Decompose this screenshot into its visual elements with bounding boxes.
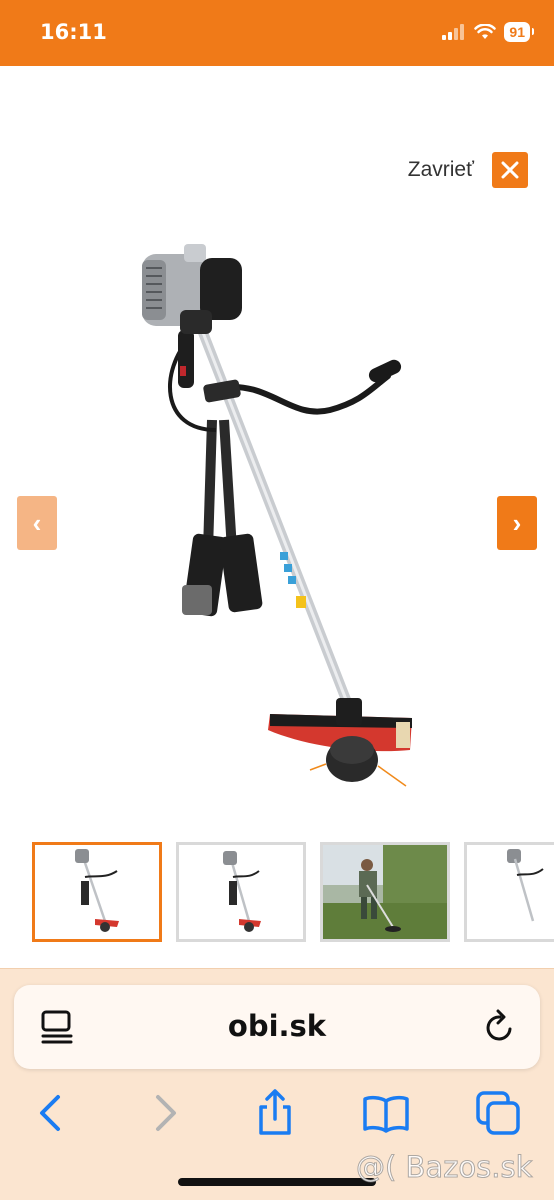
back-button[interactable] <box>26 1089 74 1137</box>
forward-icon <box>156 1095 176 1131</box>
thumbnail-4[interactable] <box>464 842 554 942</box>
close-gallery[interactable]: Zavrieť <box>408 152 528 188</box>
tabs-icon <box>476 1091 520 1135</box>
close-icon <box>501 161 519 179</box>
watermark: @( Bazos.sk <box>355 1150 533 1185</box>
url-text: obi.sk <box>227 1009 327 1043</box>
screen: 16:11 91 Zavrieť ‹ › obi.sk @(Bazos.sk <box>0 0 554 1200</box>
close-button[interactable] <box>492 152 528 188</box>
bookmarks-icon <box>363 1095 409 1133</box>
person-using-brush-cutter-photo <box>323 845 447 939</box>
wifi-icon <box>474 24 497 39</box>
reload-icon[interactable] <box>484 1009 516 1043</box>
brush-cutter-thumbnail-partial <box>507 849 544 922</box>
brush-cutter-product-image <box>142 244 412 787</box>
battery-icon: 91 <box>504 22 534 42</box>
thumbnail-3[interactable] <box>320 842 450 942</box>
back-icon <box>40 1095 60 1131</box>
home-indicator[interactable] <box>178 1178 376 1186</box>
thumbnail-strip <box>32 842 554 942</box>
brush-cutter-thumbnail <box>75 849 119 932</box>
status-time: 16:11 <box>40 20 107 44</box>
cellular-signal-icon <box>442 24 465 40</box>
bookmarks-button[interactable] <box>362 1089 410 1137</box>
forward-button[interactable] <box>142 1089 190 1137</box>
status-bar: 16:11 91 <box>0 0 554 66</box>
brush-cutter-thumbnail <box>223 851 261 932</box>
address-bar[interactable]: obi.sk <box>14 985 540 1069</box>
next-image-button[interactable]: › <box>497 496 537 550</box>
thumbnail-2[interactable] <box>176 842 306 942</box>
previous-image-button[interactable]: ‹ <box>17 496 57 550</box>
tabs-button[interactable] <box>474 1089 522 1137</box>
share-icon <box>259 1089 291 1135</box>
close-label: Zavrieť <box>407 158 474 181</box>
thumbnail-1[interactable] <box>32 842 162 942</box>
status-icons: 91 <box>442 22 534 42</box>
share-button[interactable] <box>251 1089 299 1137</box>
